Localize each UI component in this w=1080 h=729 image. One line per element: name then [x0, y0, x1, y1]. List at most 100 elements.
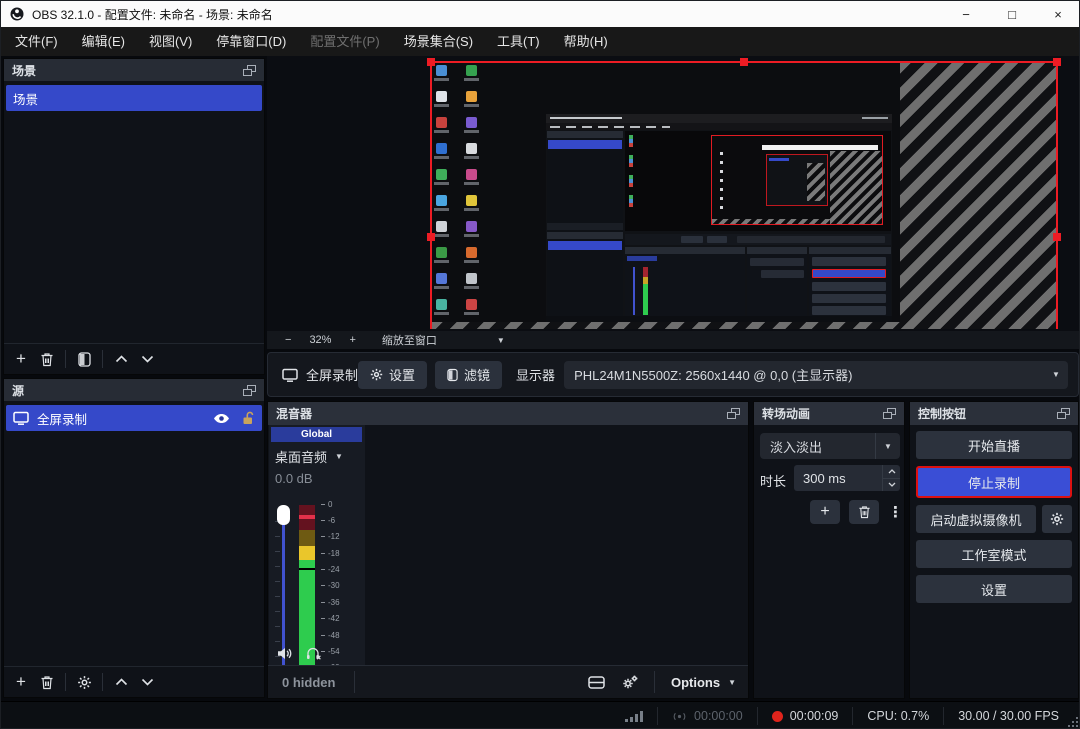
menu-view[interactable]: 视图(V) [137, 27, 204, 56]
zoom-out-button[interactable]: − [285, 334, 291, 346]
remove-transition-button[interactable] [849, 500, 879, 524]
desktop-icons [436, 65, 496, 325]
spin-down-icon[interactable] [883, 479, 900, 492]
resize-handle-top-left[interactable] [427, 58, 435, 66]
mixer-panel: 混音器 Global 桌面音频 ▼ 0.0 dB [267, 401, 749, 699]
mini-obs-window [546, 114, 892, 323]
mini-menu-bar [546, 123, 892, 130]
source-filters-button[interactable]: 滤镜 [435, 361, 502, 389]
volume-fader-track[interactable] [282, 511, 285, 669]
desktop-icon [466, 91, 477, 102]
chevron-down-icon: ▼ [875, 433, 900, 459]
stop-recording-button[interactable]: 停止录制 [916, 466, 1072, 498]
transition-more-icon[interactable]: ⋮ [888, 503, 898, 521]
mixer-options-button[interactable]: Options ▼ [671, 675, 736, 690]
remove-source-button[interactable] [34, 670, 60, 694]
popout-icon[interactable] [243, 385, 256, 396]
obs-logo-icon [10, 7, 24, 21]
stream-time-value: 00:00:00 [694, 709, 743, 723]
minimize-button[interactable]: − [943, 1, 989, 27]
mixer-global-tab[interactable]: Global [271, 427, 362, 442]
volume-fader-handle[interactable] [277, 505, 290, 525]
desktop-icon [436, 91, 447, 102]
add-scene-button[interactable]: + [8, 347, 34, 371]
scene-list-item[interactable]: 场景 [6, 85, 262, 111]
preview-canvas[interactable] [267, 56, 1080, 349]
transitions-panel-title: 转场动画 [762, 405, 810, 422]
channel-name-label: 桌面音频 [275, 447, 327, 466]
duration-label: 时长 [760, 471, 786, 490]
resize-handle-top-center[interactable] [740, 58, 748, 66]
filters-button-label: 滤镜 [464, 365, 490, 384]
scenes-panel-title: 场景 [12, 62, 36, 79]
speaker-icon[interactable] [277, 647, 293, 660]
popout-icon[interactable] [1057, 408, 1070, 419]
sources-panel: 源 全屏录制 + [3, 378, 265, 698]
move-source-up-button[interactable] [108, 670, 134, 694]
source-properties-toolbar: 全屏录制 设置 滤镜 显示器 PHL24M1N5500Z: 2560x1440 … [267, 352, 1079, 397]
mixer-settings-gears-icon[interactable] [621, 675, 638, 690]
menu-profile[interactable]: 配置文件(P) [298, 27, 391, 56]
resize-handle-top-right[interactable] [1053, 58, 1061, 66]
window-title: OBS 32.1.0 - 配置文件: 未命名 - 场景: 未命名 [32, 6, 273, 23]
add-source-button[interactable]: + [8, 670, 34, 694]
active-source-label: 全屏录制 [306, 365, 358, 384]
maximize-button[interactable]: □ [989, 1, 1035, 27]
source-settings-button[interactable]: 设置 [358, 361, 427, 389]
resize-handle-middle-right[interactable] [1053, 233, 1061, 241]
menu-edit[interactable]: 编辑(E) [70, 27, 137, 56]
preview-source-rect[interactable] [430, 61, 1058, 329]
fit-dropdown-arrow-icon[interactable]: ▼ [497, 336, 505, 345]
transition-select-dropdown[interactable]: 淡入淡出 ▼ [760, 433, 900, 459]
menu-scene-collection[interactable]: 场景集合(S) [392, 27, 485, 56]
display-select-dropdown[interactable]: PHL24M1N5500Z: 2560x1440 @ 0,0 (主显示器) ▼ [564, 361, 1068, 389]
display-capture-icon [13, 411, 29, 425]
scene-filters-button[interactable] [71, 347, 97, 371]
remove-scene-button[interactable] [34, 347, 60, 371]
fit-to-window-label[interactable]: 缩放至窗口 [382, 332, 437, 348]
settings-button[interactable]: 设置 [916, 575, 1072, 603]
studio-mode-button[interactable]: 工作室模式 [916, 540, 1072, 568]
controls-panel-title: 控制按钮 [918, 405, 966, 422]
lock-open-icon[interactable] [242, 411, 255, 425]
display-select-label: 显示器 [516, 365, 555, 384]
duration-value: 300 ms [794, 471, 846, 486]
virtual-camera-settings-gear-icon[interactable] [1042, 505, 1072, 533]
settings-button-label: 设置 [389, 365, 415, 384]
headphone-monitor-off-icon[interactable] [306, 647, 322, 660]
spin-up-icon[interactable] [883, 465, 900, 479]
channel-menu-arrow-icon[interactable]: ▼ [335, 452, 343, 461]
menu-docks[interactable]: 停靠窗口(D) [204, 27, 298, 56]
menu-tools[interactable]: 工具(T) [485, 27, 552, 56]
resize-handle-middle-left[interactable] [427, 233, 435, 241]
zoom-in-button[interactable]: + [349, 334, 355, 346]
add-transition-button[interactable]: + [810, 500, 840, 524]
popout-icon[interactable] [727, 408, 740, 419]
visibility-eye-icon[interactable] [213, 413, 230, 424]
start-virtual-camera-button[interactable]: 启动虚拟摄像机 [916, 505, 1036, 533]
mini-preview [625, 131, 891, 231]
sources-panel-title: 源 [12, 382, 24, 399]
source-properties-gear-icon[interactable] [71, 670, 97, 694]
popout-icon[interactable] [883, 408, 896, 419]
move-scene-down-button[interactable] [134, 347, 160, 371]
popout-icon[interactable] [243, 65, 256, 76]
source-list-item[interactable]: 全屏录制 [6, 405, 262, 431]
start-streaming-button[interactable]: 开始直播 [916, 431, 1072, 459]
menu-help[interactable]: 帮助(H) [552, 27, 620, 56]
display-capture-icon [282, 368, 298, 382]
close-button[interactable]: × [1035, 1, 1080, 27]
duration-spinbox[interactable]: 300 ms [794, 465, 900, 491]
mixer-layout-icon[interactable] [588, 676, 605, 689]
resize-grip[interactable] [1068, 717, 1078, 727]
chevron-down-icon: ▼ [728, 678, 736, 687]
move-source-down-button[interactable] [134, 670, 160, 694]
mini-mixer [625, 247, 745, 316]
desktop-icon [466, 299, 477, 310]
mini-transitions [747, 247, 807, 316]
menu-file[interactable]: 文件(F) [3, 27, 70, 56]
desktop-icon [466, 195, 477, 206]
move-scene-up-button[interactable] [108, 347, 134, 371]
controls-panel-header: 控制按钮 [910, 402, 1078, 425]
desktop-icon [436, 143, 447, 154]
